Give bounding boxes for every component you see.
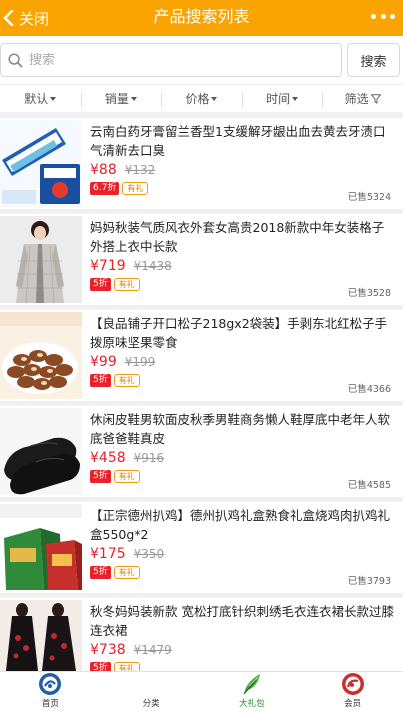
tab-member-label: 会员 [344, 699, 362, 709]
sort-price-label: 价格 [185, 92, 210, 106]
product-price: ¥738 [90, 642, 126, 658]
gift-badge: 有礼 [113, 470, 140, 483]
bottom-tab-bar: 首页 分类 大礼包 会员 [0, 671, 403, 711]
product-item[interactable]: 妈妈秋装气质风衣外套女高贵2018新款中年女装格子外搭上衣中长款 ¥719 ¥14… [0, 214, 403, 305]
top-header: 关闭 产品搜索列表 [0, 0, 403, 36]
home-icon [39, 673, 62, 695]
product-original-price: ¥199 [124, 355, 156, 369]
product-image-pine-nuts [0, 312, 82, 399]
member-icon [341, 673, 364, 695]
page-title: 产品搜索列表 [153, 7, 250, 26]
tab-category[interactable]: 分类 [101, 672, 202, 711]
search-button[interactable]: 搜索 [347, 43, 400, 77]
sold-count: 已售4366 [347, 384, 391, 395]
discount-badge: 5折 [90, 374, 111, 387]
product-item[interactable]: 【正宗德州扒鸡】德州扒鸡礼盒熟食礼盒烧鸡肉扒鸡礼盒550g*2 ¥175 ¥350… [0, 502, 403, 593]
search-icon [8, 52, 23, 67]
product-image-coat [0, 216, 82, 303]
product-item[interactable]: 休闲皮鞋男软面皮秋季男鞋商务懒人鞋厚底中老年人软底爸爸鞋真皮 ¥458 ¥916 … [0, 406, 403, 497]
product-original-price: ¥1438 [133, 259, 172, 273]
sort-time-label: 时间 [266, 92, 291, 106]
sort-price[interactable]: 价格 [161, 90, 242, 107]
tab-member[interactable]: 会员 [302, 672, 403, 711]
sort-sales-label: 销量 [104, 92, 129, 106]
sort-default[interactable]: 默认 [0, 90, 81, 107]
chevron-left-icon [3, 10, 14, 26]
close-label: 关闭 [19, 9, 50, 28]
sort-filter[interactable]: 筛选 [322, 90, 403, 107]
product-price: ¥458 [90, 450, 126, 466]
product-image-chicken-gift-box [0, 504, 82, 591]
gift-badge: 有礼 [113, 566, 140, 579]
search-input[interactable] [29, 52, 319, 68]
product-item[interactable]: 秋冬妈妈装新款 宽松打底针织刺绣毛衣连衣裙长款过膝连衣裙 ¥738 ¥1479 5… [0, 598, 403, 675]
gift-badge: 有礼 [113, 374, 140, 387]
sold-count: 已售4585 [347, 480, 391, 491]
tab-gift-pack-label: 大礼包 [239, 699, 265, 709]
feather-icon [243, 674, 260, 695]
tab-gift-pack[interactable]: 大礼包 [202, 672, 303, 711]
product-item[interactable]: 云南白药牙膏留兰香型1支缓解牙龈出血去黄去牙渍口气清新去口臭 ¥88 ¥132 6… [0, 118, 403, 209]
product-price: ¥175 [90, 546, 126, 562]
sold-count: 已售3528 [347, 288, 391, 299]
sort-default-label: 默认 [24, 92, 49, 106]
search-bar: 搜索 [0, 36, 403, 84]
product-price: ¥99 [90, 354, 117, 370]
product-name: 【良品铺子开口松子218gx2袋装】手剥东北红松子手拨原味坚果零食 [90, 316, 388, 350]
gift-badge: 有礼 [122, 182, 149, 195]
product-original-price: ¥1479 [133, 643, 172, 657]
product-original-price: ¥350 [133, 547, 165, 561]
product-image-toothpaste [0, 120, 82, 207]
tab-home-label: 首页 [41, 699, 59, 709]
tab-category-label: 分类 [142, 699, 160, 709]
sort-time[interactable]: 时间 [241, 90, 323, 107]
product-name: 休闲皮鞋男软面皮秋季男鞋商务懒人鞋厚底中老年人软底爸爸鞋真皮 [90, 412, 391, 446]
product-image-shoes [0, 408, 82, 495]
caret-down-icon [130, 96, 137, 101]
category-icon [139, 672, 163, 696]
product-name: 秋冬妈妈装新款 宽松打底针织刺绣毛衣连衣裙长款过膝连衣裙 [90, 604, 394, 638]
product-original-price: ¥916 [133, 451, 165, 465]
caret-down-icon [292, 96, 299, 101]
product-name: 云南白药牙膏留兰香型1支缓解牙龈出血去黄去牙渍口气清新去口臭 [90, 124, 386, 158]
product-item[interactable]: 【良品铺子开口松子218gx2袋装】手剥东北红松子手拨原味坚果零食 ¥99 ¥19… [0, 310, 403, 401]
discount-badge: 6.7折 [90, 182, 120, 195]
product-image-knit-dress [0, 600, 82, 671]
gift-badge: 有礼 [113, 278, 140, 291]
discount-badge: 5折 [90, 566, 111, 579]
sold-count: 已售3793 [347, 576, 391, 587]
caret-down-icon [211, 96, 218, 101]
product-price: ¥88 [90, 162, 117, 178]
product-price: ¥719 [90, 258, 126, 274]
tab-home[interactable]: 首页 [0, 672, 101, 711]
product-name: 【正宗德州扒鸡】德州扒鸡礼盒熟食礼盒烧鸡肉扒鸡礼盒550g*2 [90, 508, 391, 542]
sold-count: 已售5324 [347, 192, 391, 203]
product-name: 妈妈秋装气质风衣外套女高贵2018新款中年女装格子外搭上衣中长款 [90, 220, 385, 254]
search-box [0, 43, 342, 77]
sort-filter-label: 筛选 [344, 92, 369, 106]
sort-sales[interactable]: 销量 [80, 90, 162, 107]
discount-badge: 5折 [90, 278, 111, 291]
product-original-price: ¥132 [124, 163, 156, 177]
sort-bar: 默认 销量 价格 时间 筛选 [0, 84, 403, 112]
discount-badge: 5折 [90, 470, 111, 483]
caret-down-icon [50, 96, 57, 101]
close-button[interactable]: 关闭 [0, 0, 49, 36]
filter-icon [370, 93, 381, 104]
more-menu-icon[interactable] [371, 10, 395, 22]
